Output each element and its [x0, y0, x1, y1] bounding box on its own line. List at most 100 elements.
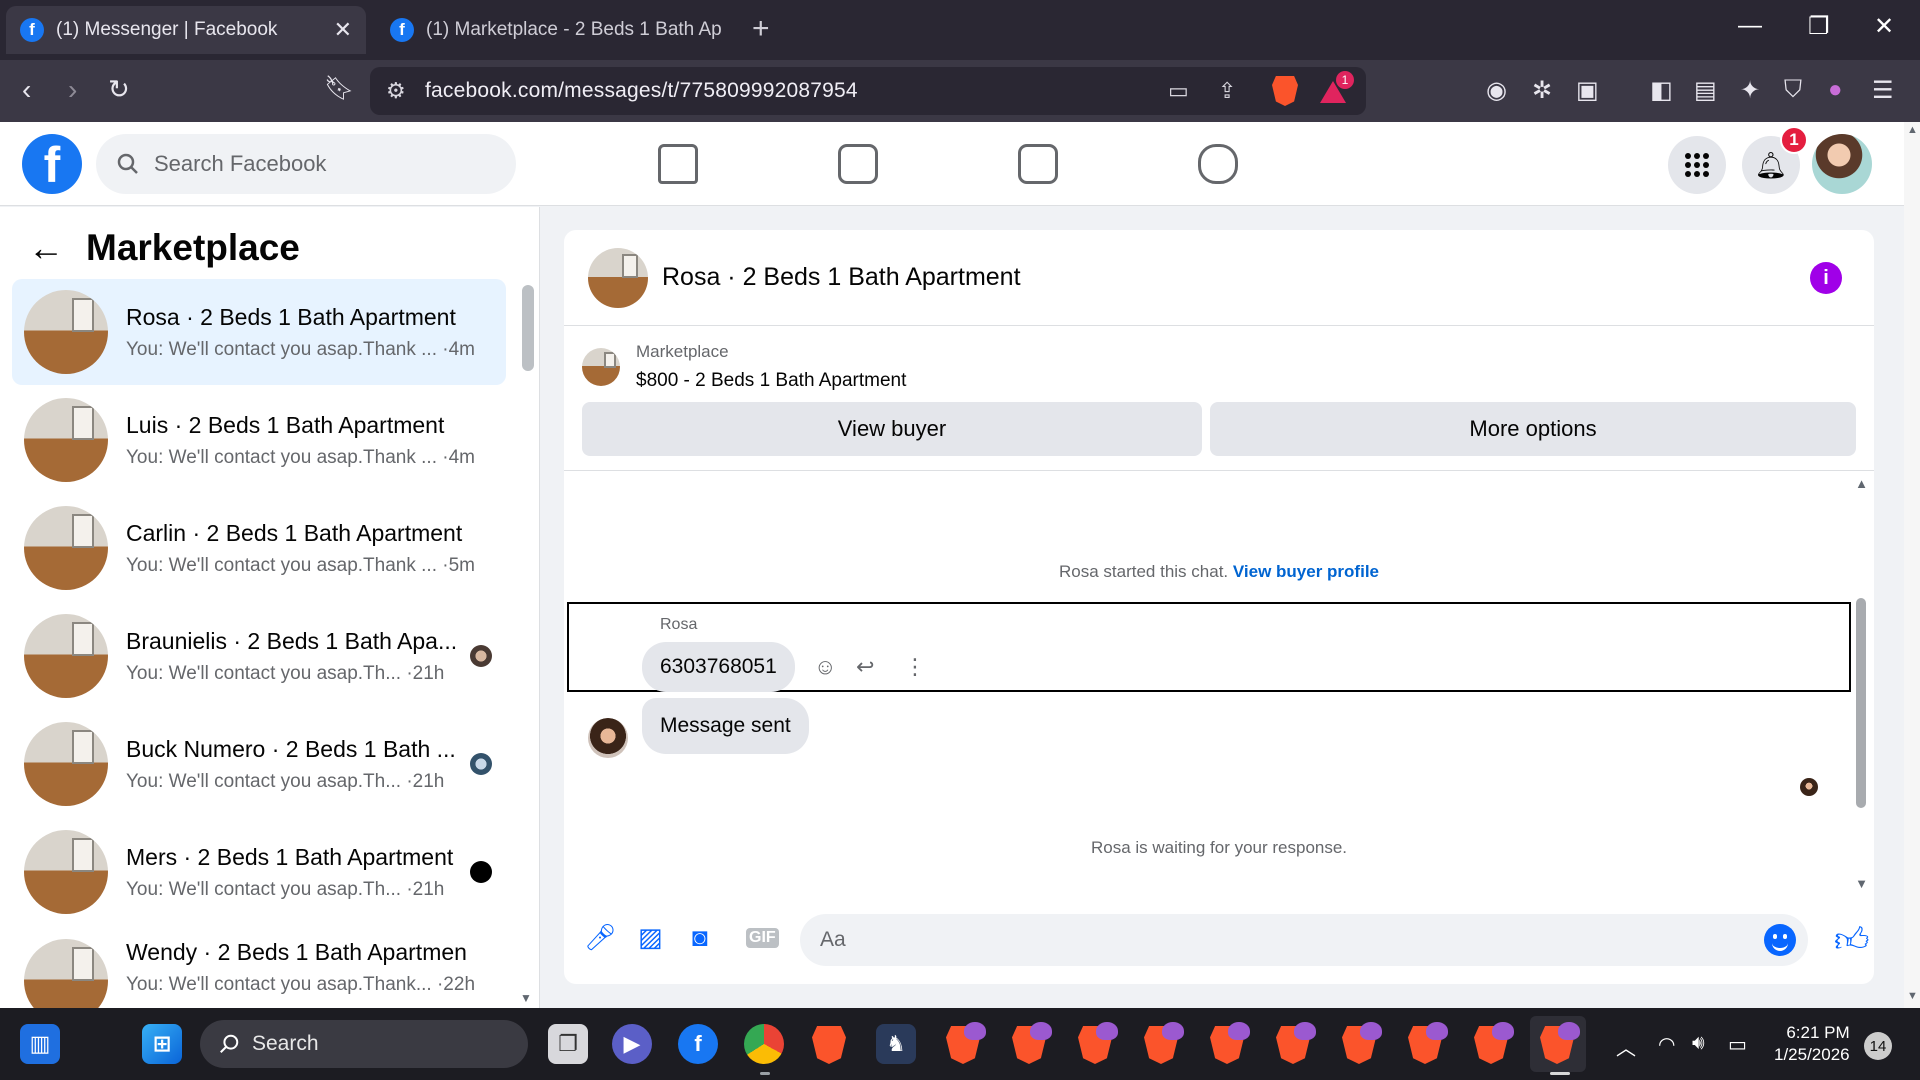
leo-ai-icon[interactable]: ✦ — [1740, 76, 1760, 105]
battery-icon[interactable]: ▭ — [1728, 1032, 1747, 1057]
taskbar-clock[interactable]: 6:21 PM 1/25/2026 — [1774, 1022, 1850, 1066]
listing-category: Marketplace — [636, 342, 729, 361]
listing-summary[interactable]: Marketplace $800 - 2 Beds 1 Bath Apartme… — [582, 342, 906, 392]
more-options-button[interactable]: More options — [1210, 402, 1856, 456]
tab-marketplace[interactable]: f (1) Marketplace - 2 Beds 1 Bath Apart — [376, 6, 736, 54]
gif-icon[interactable]: GIF — [746, 928, 779, 948]
page-scroll-up-icon[interactable]: ▲ — [1907, 124, 1918, 136]
tab-messenger[interactable]: f (1) Messenger | Facebook ✕ — [6, 6, 366, 54]
chat-scroll-down-icon[interactable]: ▼ — [1855, 876, 1868, 891]
page-scroll-down-icon[interactable]: ▼ — [1907, 990, 1918, 1002]
bookmark-icon[interactable]: 🔖︎ — [324, 74, 354, 103]
forward-icon[interactable]: › — [68, 74, 77, 106]
home-icon[interactable] — [658, 144, 698, 184]
profile-icon[interactable]: ● — [1828, 76, 1843, 104]
chat-title[interactable]: Rosa · 2 Beds 1 Bath Apartment — [662, 263, 1021, 292]
taskbar-search[interactable] — [200, 1020, 528, 1068]
conversation-item[interactable]: Rosa · 2 Beds 1 Bath Apartment You: We'l… — [12, 279, 506, 385]
menu-icon[interactable]: ☰ — [1872, 76, 1894, 105]
search-icon — [117, 153, 138, 174]
back-arrow-icon[interactable]: ← — [28, 227, 64, 269]
gaming-icon[interactable] — [1198, 144, 1238, 184]
conversation-preview: You: We'll contact you asap.Th... ·21h — [126, 878, 445, 900]
share-icon[interactable]: ⇪ — [1218, 78, 1236, 104]
site-settings-icon[interactable]: ⚙ — [386, 78, 406, 104]
record-icon[interactable]: ◉ — [1486, 76, 1507, 105]
volume-icon[interactable]: 🔊︎ — [1692, 1032, 1705, 1055]
conversation-item[interactable]: Buck Numero · 2 Beds 1 Bath ... You: We'… — [12, 711, 506, 817]
start-icon[interactable]: ⊞ — [142, 1024, 182, 1064]
chat-listing-thumbnail[interactable] — [588, 247, 648, 308]
emoji-icon[interactable] — [1764, 924, 1796, 956]
scroll-down-icon[interactable]: ▼ — [520, 991, 532, 1005]
new-tab-button[interactable]: + — [752, 12, 770, 46]
address-bar[interactable]: ⚙ facebook.com/messages/t/77580999208795… — [370, 67, 1366, 115]
conversation-item[interactable]: Braunielis · 2 Beds 1 Bath Apa... You: W… — [12, 603, 506, 709]
info-icon[interactable]: i — [1810, 262, 1842, 294]
react-emoji-icon[interactable]: ☺ — [814, 654, 836, 680]
back-icon[interactable]: ‹ — [22, 74, 31, 106]
brave-shields-icon[interactable] — [1272, 76, 1298, 106]
account-avatar[interactable] — [1812, 134, 1872, 194]
message-bubble[interactable]: Message sent — [642, 698, 809, 754]
page-scrollbar[interactable]: ▲ ▼ — [1904, 122, 1920, 1008]
chrome-icon[interactable] — [744, 1024, 784, 1064]
microphone-icon[interactable]: 🎤︎ — [584, 922, 617, 953]
wallet-icon[interactable]: ▤ — [1694, 76, 1717, 105]
reply-icon[interactable]: ↩ — [856, 654, 874, 680]
conversation-item[interactable]: Luis · 2 Beds 1 Bath Apartment You: We'l… — [12, 387, 506, 493]
list-scrollbar[interactable] — [522, 285, 534, 371]
browser-tab-bar: f (1) Messenger | Facebook ✕ f (1) Marke… — [0, 0, 1920, 60]
close-window-icon[interactable]: ✕ — [1874, 12, 1894, 41]
task-view-icon[interactable]: ❐ — [548, 1024, 588, 1064]
sender-avatar[interactable] — [588, 718, 628, 758]
chat-scrollbar[interactable] — [1856, 598, 1866, 808]
notification-center-badge[interactable]: 14 — [1864, 1032, 1892, 1060]
brave-icon[interactable] — [812, 1026, 846, 1064]
windows-taskbar: ▥ ⊞ ❐ ▶ f ♞ ︿ ◠ 🔊︎ ▭ 6:21 PM 1/25/2026 1… — [0, 1008, 1920, 1080]
show-hidden-icons-icon[interactable]: ︿ — [1616, 1032, 1636, 1061]
facebook-app-icon[interactable]: f — [678, 1024, 718, 1064]
view-buyer-button[interactable]: View buyer — [582, 402, 1202, 456]
facebook-search[interactable] — [96, 134, 516, 194]
message-input[interactable] — [820, 928, 1720, 952]
conversation-item[interactable]: Carlin · 2 Beds 1 Bath Apartment You: We… — [12, 495, 506, 601]
restore-icon[interactable]: ❐ — [1808, 12, 1830, 41]
extensions-icon[interactable]: ✲ — [1532, 76, 1552, 105]
listing-thumbnail — [24, 830, 108, 914]
facebook-logo-icon[interactable]: f — [22, 134, 82, 194]
sticker-icon[interactable]: ◙ — [692, 922, 708, 953]
install-app-icon[interactable]: ▭ — [1168, 78, 1189, 104]
wifi-icon[interactable]: ◠ — [1658, 1032, 1675, 1057]
photo-icon[interactable]: ▨ — [638, 922, 663, 953]
reload-icon[interactable]: ↻ — [108, 74, 130, 105]
vpn-icon[interactable]: ⛉ — [1784, 76, 1802, 104]
reader-icon[interactable]: ▣ — [1576, 76, 1599, 105]
app-icon[interactable]: ♞ — [876, 1024, 916, 1064]
close-tab-icon[interactable]: ✕ — [334, 17, 352, 43]
message-composer[interactable] — [800, 914, 1808, 966]
conversation-title: Braunielis · 2 Beds 1 Bath Apa... — [126, 627, 458, 654]
thumbs-up-icon[interactable]: 👍︎ — [1834, 920, 1870, 961]
conversation-item[interactable]: Mers · 2 Beds 1 Bath Apartment You: We'l… — [12, 819, 506, 925]
browser-toolbar: ‹ › ↻ 🔖︎ ⚙ facebook.com/messages/t/77580… — [0, 60, 1920, 122]
seen-avatar — [470, 861, 492, 883]
sidebar-icon[interactable]: ◧ — [1650, 76, 1673, 105]
seen-avatar — [470, 753, 492, 775]
minimize-icon[interactable]: — — [1738, 12, 1762, 40]
listing-thumbnail — [24, 722, 108, 806]
profile-heart-icon — [1492, 1022, 1514, 1040]
teams-icon[interactable]: ▶ — [612, 1024, 652, 1064]
profile-heart-icon — [1030, 1022, 1052, 1040]
view-buyer-profile-link[interactable]: View buyer profile — [1233, 562, 1379, 581]
search-input[interactable] — [154, 151, 474, 177]
video-icon[interactable] — [838, 144, 878, 184]
widgets-icon[interactable]: ▥ — [20, 1024, 60, 1064]
conversation-item[interactable]: Wendy · 2 Beds 1 Bath Apartment You: We'… — [12, 927, 506, 1009]
marketplace-icon[interactable] — [1018, 144, 1058, 184]
menu-grid-button[interactable] — [1668, 136, 1726, 194]
taskbar-search-input[interactable] — [252, 1032, 512, 1056]
chat-scroll-up-icon[interactable]: ▲ — [1855, 476, 1868, 491]
more-actions-icon[interactable]: ⋮ — [904, 654, 926, 680]
message-bubble[interactable]: 6303768051 — [642, 642, 795, 692]
